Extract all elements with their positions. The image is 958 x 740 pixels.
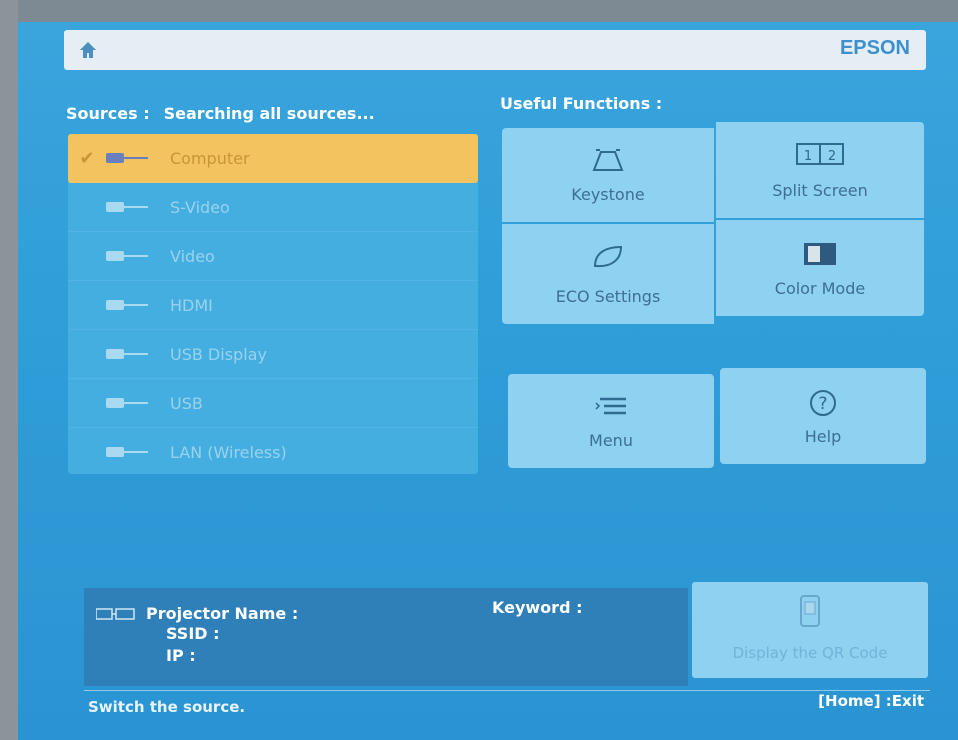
source-item-usb[interactable]: USB [68, 379, 478, 428]
source-item-hdmi[interactable]: HDMI [68, 281, 478, 330]
sources-status: Searching all sources... [163, 104, 375, 123]
source-label: Video [170, 246, 215, 266]
wall-background-left [0, 0, 18, 740]
footer-exit-hint: [Home] :Exit [818, 692, 924, 710]
source-label: USB Display [170, 344, 267, 364]
sources-header: Sources : Searching all sources... [66, 104, 375, 123]
source-label: HDMI [170, 295, 213, 315]
source-item-lan-wireless[interactable]: LAN (Wireless) [68, 428, 478, 476]
help-button[interactable]: ? Help [720, 368, 926, 464]
source-list: ✔ Computer S-Video Video HDMI USB Displa… [68, 134, 478, 474]
network-info-panel: Projector Name : SSID : IP : Keyword : [84, 588, 688, 686]
svg-text:1: 1 [804, 149, 812, 164]
usb-display-connector-icon [106, 347, 162, 361]
keystone-icon [590, 148, 626, 178]
footer-hint: Switch the source. [88, 698, 246, 716]
vga-connector-icon [106, 151, 162, 165]
keystone-button[interactable]: Keystone [502, 128, 714, 222]
tile-label: Color Mode [774, 279, 866, 298]
projector-name-label: Projector Name : [146, 604, 299, 623]
tile-label: Keystone [571, 185, 645, 204]
usb-connector-icon [106, 396, 162, 410]
ssid-label: SSID : [166, 624, 220, 643]
title-bar: EPSON [64, 30, 926, 70]
keyword-label: Keyword : [492, 598, 583, 617]
hdmi-connector-icon [106, 298, 162, 312]
s-video-connector-icon [106, 200, 162, 214]
menu-button[interactable]: Menu [508, 374, 714, 468]
sources-label: Sources : [66, 104, 150, 123]
source-item-s-video[interactable]: S-Video [68, 183, 478, 232]
wall-background-top [0, 0, 958, 22]
help-icon: ? [808, 388, 838, 422]
color-mode-button[interactable]: Color Mode [716, 220, 924, 316]
network-icon [95, 606, 136, 620]
menu-icon [594, 394, 628, 424]
source-label: USB [170, 393, 203, 413]
split-screen-icon: 12 [795, 142, 845, 170]
svg-text:?: ? [818, 394, 827, 414]
source-item-usb-display[interactable]: USB Display [68, 330, 478, 379]
ip-label: IP : [166, 646, 196, 665]
source-item-computer[interactable]: ✔ Computer [68, 134, 478, 183]
projector-home-screen: EPSON Sources : Searching all sources... … [18, 22, 958, 740]
leaf-icon [591, 244, 625, 274]
check-icon: ✔ [79, 147, 95, 169]
eco-settings-button[interactable]: ECO Settings [502, 224, 714, 324]
display-qr-code-button[interactable]: Display the QR Code [692, 582, 928, 678]
lan-connector-icon [106, 445, 162, 459]
split-screen-button[interactable]: 12 Split Screen [716, 122, 924, 218]
source-item-video[interactable]: Video [68, 232, 478, 281]
useful-functions-header: Useful Functions : [500, 94, 663, 113]
source-label: S-Video [170, 197, 230, 217]
source-label: Computer [170, 148, 250, 168]
tile-label: ECO Settings [555, 287, 661, 306]
brand-logo: EPSON [839, 37, 910, 59]
home-icon [78, 40, 98, 60]
footer-divider [84, 690, 930, 691]
video-connector-icon [106, 249, 162, 263]
tile-label: Split Screen [772, 181, 868, 200]
tile-label: Menu [589, 431, 633, 450]
qr-button-label: Display the QR Code [732, 644, 888, 662]
color-mode-icon [800, 240, 840, 272]
tile-label: Help [804, 427, 842, 446]
qr-phone-icon [798, 594, 822, 632]
svg-text:2: 2 [828, 149, 836, 164]
source-label: LAN (Wireless) [170, 442, 287, 462]
